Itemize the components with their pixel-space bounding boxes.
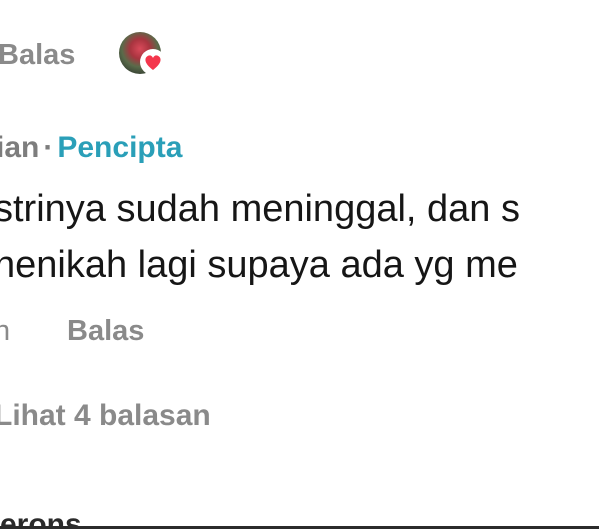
view-replies-button[interactable]: Lihat 4 balasan (0, 399, 211, 433)
comment-thread: balasan Balas ian·Pencipta strinya sudah… (0, 0, 599, 529)
previous-comment-fragment: balasan (0, 0, 126, 8)
author-separator: · (43, 131, 54, 164)
comment-text-line-1: strinya sudah meninggal, dan s (0, 188, 520, 230)
creator-badge: Pencipta (57, 131, 183, 164)
creator-liked-avatar (119, 32, 166, 75)
comment-text-line-2: nenikah lagi supaya ada yg me (0, 244, 518, 286)
reply-button[interactable]: Balas (67, 315, 144, 348)
comment-timestamp: h (0, 315, 11, 347)
comment-author-row: ian · Pencipta (0, 131, 182, 165)
comment-author-name[interactable]: ian (0, 131, 39, 164)
reply-button[interactable]: Balas (0, 39, 75, 72)
heart-icon (140, 49, 166, 75)
